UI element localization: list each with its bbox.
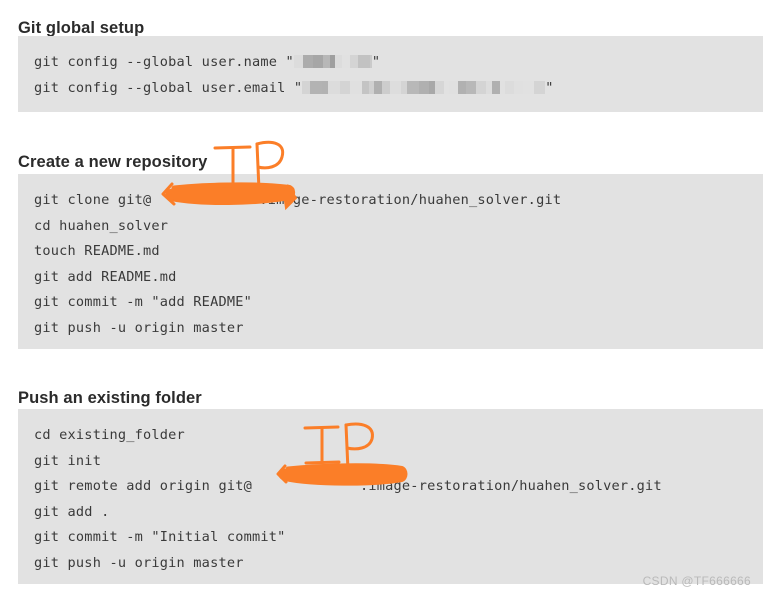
code-line: git commit -m "add README" [34,294,252,310]
code-line: git init [34,452,102,469]
redaction-clone-host [151,193,259,206]
code-line: git config --global user.email " " [34,76,763,102]
code-line: cd existing_folder [34,427,185,443]
code-line: git add . [34,503,110,520]
code-line: git add README.md [34,268,177,285]
redaction-user-name [293,55,372,68]
code-line: git clone git@ :image-restoration/huahen_… [34,188,763,214]
code-line: git config --global user.name " " [34,50,763,76]
code-text: :image-restoration/huahen_solver.git [360,478,662,494]
code-text: git config --global user.name " [34,54,294,70]
section-heading-push-an-existing-folder: Push an existing folder [18,388,202,407]
code-text: " [371,54,381,70]
code-block-git-global-setup[interactable]: git config --global user.name " " git con… [18,36,763,112]
code-text: :image-restoration/huahen_solver.git [259,192,562,208]
csdn-watermark: CSDN @TF666666 [642,574,751,588]
code-line: git remote add origin git@ :image-restora… [34,474,763,500]
code-text: git config --global user.email " [34,79,303,96]
code-block-create-a-new-repository[interactable]: git clone git@ :image-restoration/huahen_… [18,174,763,349]
code-line: git push -u origin master [34,554,244,571]
code-line: touch README.md [34,243,160,259]
code-text: git clone git@ [34,192,152,208]
section-heading-git-global-setup: Git global setup [18,18,145,37]
code-text: git remote add origin git@ [34,478,252,494]
code-line: cd huahen_solver [34,217,169,234]
code-line: git commit -m "Initial commit" [34,529,286,545]
code-text: " [545,79,554,96]
redaction-user-email [302,80,546,94]
section-heading-create-a-new-repository: Create a new repository [18,152,208,171]
git-setup-page: Git global setup git config --global use… [0,0,763,594]
code-block-push-an-existing-folder[interactable]: cd existing_folder git init git remote a… [18,409,763,584]
code-line: git push -u origin master [34,319,244,336]
redaction-remote-host [252,479,360,492]
